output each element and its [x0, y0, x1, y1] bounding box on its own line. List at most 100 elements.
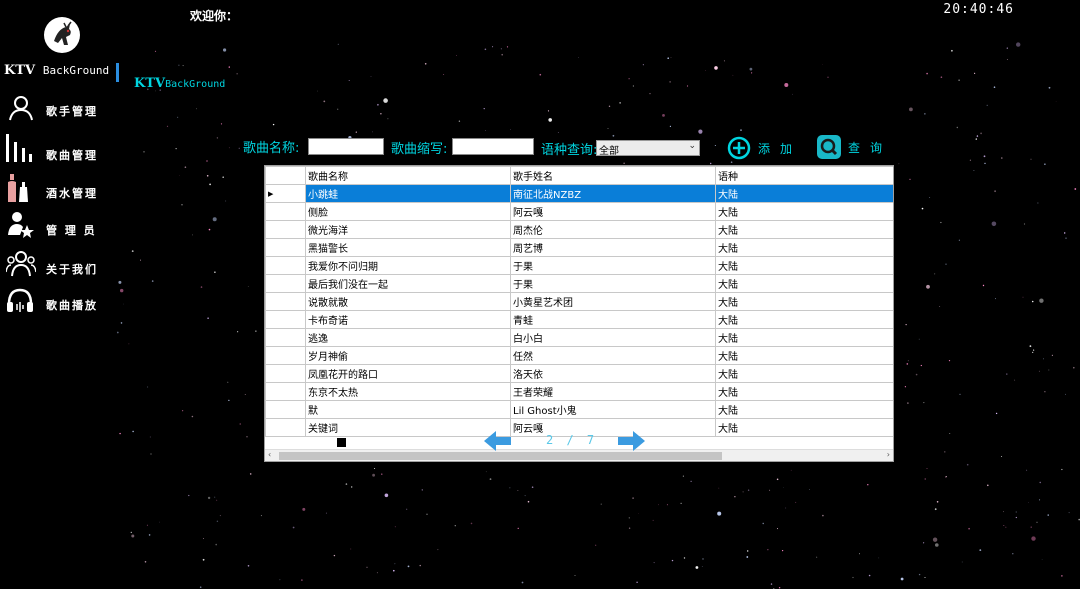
cell-language[interactable]: 大陆: [715, 418, 893, 437]
table-row[interactable]: 我爱你不问归期 于果 大陆: [265, 256, 893, 275]
cell-song-name[interactable]: 凤凰花开的路口: [305, 364, 511, 383]
cell-singer[interactable]: 小黄星艺术团: [510, 292, 716, 311]
next-page-arrow-icon[interactable]: [617, 430, 645, 452]
cell-language[interactable]: 大陆: [715, 274, 893, 293]
row-header[interactable]: [265, 382, 306, 401]
cell-singer[interactable]: 白小白: [510, 328, 716, 347]
cell-singer[interactable]: 南征北战NZBZ: [510, 184, 716, 203]
cell-singer[interactable]: 洛天依: [510, 364, 716, 383]
cell-language[interactable]: 大陆: [715, 238, 893, 257]
table-row[interactable]: 岁月神偷 任然 大陆: [265, 346, 893, 365]
star: [792, 93, 793, 95]
star: [1039, 298, 1044, 303]
cell-language[interactable]: 大陆: [715, 328, 893, 347]
sidebar-item-about[interactable]: 关于我们: [0, 250, 116, 282]
sidebar-item-songs[interactable]: 歌曲管理: [0, 132, 116, 164]
row-header[interactable]: [265, 346, 306, 365]
add-button[interactable]: 添加: [726, 135, 802, 161]
column-header-language[interactable]: 语种: [715, 166, 893, 185]
cell-language[interactable]: 大陆: [715, 184, 893, 203]
cell-song-name[interactable]: 最后我们没在一起: [305, 274, 511, 293]
cell-language[interactable]: 大陆: [715, 292, 893, 311]
horizontal-scrollbar[interactable]: ‹ ›: [265, 449, 893, 461]
column-header-singer[interactable]: 歌手姓名: [510, 166, 716, 185]
bottles-icon: [8, 174, 28, 202]
abbr-input[interactable]: [452, 138, 534, 155]
row-header[interactable]: [265, 328, 306, 347]
sidebar-item-play[interactable]: 歌曲播放: [0, 286, 116, 318]
cell-language[interactable]: 大陆: [715, 310, 893, 329]
cell-language[interactable]: 大陆: [715, 400, 893, 419]
star: [982, 284, 985, 287]
cell-singer[interactable]: 于果: [510, 274, 716, 293]
cell-song-name[interactable]: 微光海洋: [305, 220, 511, 239]
row-header[interactable]: [265, 274, 306, 293]
cell-song-name[interactable]: 卡布奇诺: [305, 310, 511, 329]
cell-song-name[interactable]: 黑猫警长: [305, 238, 511, 257]
cell-singer[interactable]: 周艺博: [510, 238, 716, 257]
cell-song-name[interactable]: 侧脸: [305, 202, 511, 221]
row-header[interactable]: [265, 256, 306, 275]
prev-page-arrow-icon[interactable]: [484, 430, 512, 452]
row-header[interactable]: [265, 364, 306, 383]
cell-language[interactable]: 大陆: [715, 256, 893, 275]
star: [769, 489, 771, 491]
row-header[interactable]: [265, 418, 306, 437]
star: [407, 565, 410, 568]
cell-song-name[interactable]: 东京不太热: [305, 382, 511, 401]
lang-select[interactable]: 全部 ⌄: [596, 140, 700, 157]
column-header-song-name[interactable]: 歌曲名称: [305, 166, 511, 185]
cell-singer[interactable]: 阿云嘎: [510, 418, 716, 437]
songs-table[interactable]: 歌曲名称 歌手姓名 语种 ▶ 小跳蛙 南征北战NZBZ 大陆 侧脸 阿云嘎 大陆 微光海洋 周杰…: [264, 165, 894, 462]
cell-singer[interactable]: Lil Ghost小鬼: [510, 400, 716, 419]
cell-singer[interactable]: 青蛙: [510, 310, 716, 329]
cell-language[interactable]: 大陆: [715, 220, 893, 239]
scroll-right-icon[interactable]: ›: [887, 450, 890, 459]
table-row[interactable]: 黑猫警长 周艺博 大陆: [265, 238, 893, 257]
table-row[interactable]: 微光海洋 周杰伦 大陆: [265, 220, 893, 239]
scrollbar-thumb[interactable]: [279, 452, 722, 460]
star: [244, 394, 246, 395]
row-header[interactable]: [265, 310, 306, 329]
cell-language[interactable]: 大陆: [715, 382, 893, 401]
cell-singer[interactable]: 周杰伦: [510, 220, 716, 239]
cell-song-name[interactable]: 说散就散: [305, 292, 511, 311]
cell-singer[interactable]: 于果: [510, 256, 716, 275]
cell-language[interactable]: 大陆: [715, 364, 893, 383]
table-row[interactable]: 凤凰花开的路口 洛天依 大陆: [265, 364, 893, 383]
table-row[interactable]: 侧脸 阿云嘎 大陆: [265, 202, 893, 221]
star: [1031, 300, 1034, 303]
cell-song-name[interactable]: 小跳蛙: [305, 184, 511, 203]
scroll-left-icon[interactable]: ‹: [268, 450, 271, 459]
cell-song-name[interactable]: 关键词: [305, 418, 511, 437]
sidebar-item-singers[interactable]: 歌手管理: [0, 94, 116, 126]
cell-song-name[interactable]: 默: [305, 400, 511, 419]
cell-language[interactable]: 大陆: [715, 202, 893, 221]
star: [1064, 232, 1066, 234]
row-header[interactable]: [265, 220, 306, 239]
cell-singer[interactable]: 任然: [510, 346, 716, 365]
cell-song-name[interactable]: 我爱你不问归期: [305, 256, 511, 275]
table-row[interactable]: 最后我们没在一起 于果 大陆: [265, 274, 893, 293]
table-row[interactable]: 说散就散 小黄星艺术团 大陆: [265, 292, 893, 311]
table-row[interactable]: 卡布奇诺 青蛙 大陆: [265, 310, 893, 329]
song-name-input[interactable]: [308, 138, 384, 155]
sidebar-item-admin[interactable]: 管 理 员: [0, 210, 116, 242]
row-header[interactable]: ▶: [265, 184, 306, 203]
cell-song-name[interactable]: 逃逸: [305, 328, 511, 347]
row-header[interactable]: [265, 292, 306, 311]
cell-singer[interactable]: 阿云嘎: [510, 202, 716, 221]
cell-singer[interactable]: 王者荣耀: [510, 382, 716, 401]
sidebar-item-drinks[interactable]: 酒水管理: [0, 172, 116, 204]
table-row[interactable]: 东京不太热 王者荣耀 大陆: [265, 382, 893, 401]
cell-song-name[interactable]: 岁月神偷: [305, 346, 511, 365]
cell-language[interactable]: 大陆: [715, 346, 893, 365]
star: [995, 412, 998, 415]
table-row[interactable]: 逃逸 白小白 大陆: [265, 328, 893, 347]
row-header[interactable]: [265, 238, 306, 257]
table-row[interactable]: 默 Lil Ghost小鬼 大陆: [265, 400, 893, 419]
query-button[interactable]: 查询: [816, 134, 892, 160]
row-header[interactable]: [265, 400, 306, 419]
row-header[interactable]: [265, 202, 306, 221]
table-row[interactable]: ▶ 小跳蛙 南征北战NZBZ 大陆: [265, 184, 893, 203]
